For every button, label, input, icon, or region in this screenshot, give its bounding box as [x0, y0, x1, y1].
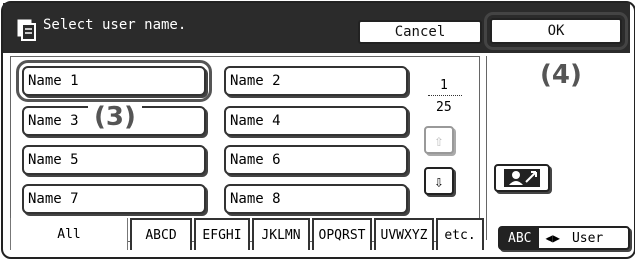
name-button-7[interactable]: Name 7	[22, 184, 206, 214]
ok-button[interactable]: OK	[484, 12, 628, 50]
name-button-4[interactable]: Name 4	[224, 106, 408, 136]
swap-arrows-icon: ◀▶	[545, 231, 560, 245]
cancel-button[interactable]: Cancel	[358, 20, 482, 44]
name-button-5[interactable]: Name 5	[22, 145, 206, 175]
mode-user-label: User	[571, 230, 604, 246]
switch-user-button[interactable]	[494, 164, 550, 192]
user-switch-icon	[504, 169, 540, 187]
tab-abcd[interactable]: ABCD	[130, 218, 192, 250]
scroll-up-button[interactable]: ⇧	[424, 126, 454, 154]
arrow-up-icon: ⇧	[434, 130, 444, 150]
arrow-down-icon: ⇩	[434, 171, 444, 191]
name-button-1[interactable]: Name 1	[16, 60, 212, 102]
mode-abc-label: ABC	[500, 228, 540, 248]
tab-opqrst[interactable]: OPQRST	[312, 218, 372, 250]
callout-3: (3)	[88, 102, 142, 132]
name-button-2[interactable]: Name 2	[224, 66, 408, 96]
page-total: 25	[436, 100, 452, 115]
page-current: 1	[440, 78, 448, 93]
abc-user-toggle[interactable]: ABC ◀▶ User	[498, 226, 630, 250]
tab-uvwxyz[interactable]: UVWXYZ	[374, 218, 434, 250]
page-divider	[428, 95, 462, 96]
tab-all[interactable]: All	[10, 218, 128, 250]
tab-etc[interactable]: etc.	[436, 218, 484, 250]
tab-efghi[interactable]: EFGHI	[194, 218, 250, 250]
name-button-8[interactable]: Name 8	[224, 184, 408, 214]
name-button-6[interactable]: Name 6	[224, 145, 408, 175]
header-title: Select user name.	[43, 17, 187, 33]
scroll-down-button[interactable]: ⇩	[424, 167, 454, 195]
callout-4: (4)	[534, 60, 588, 90]
tab-jklmn[interactable]: JKLMN	[252, 218, 310, 250]
document-icon	[17, 19, 36, 41]
